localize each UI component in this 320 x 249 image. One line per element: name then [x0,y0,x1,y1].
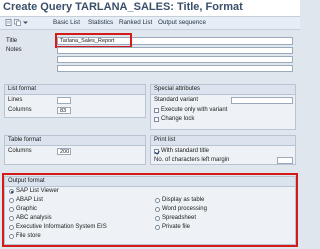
application-toolbar: Basic List Statistics Ranked List Output… [0,17,300,30]
list-format-group: List format Lines Columns 83 [4,84,146,118]
left-margin-input[interactable] [277,157,293,164]
window-title: Create Query TARLANA_SALES: Title, Forma… [3,1,243,13]
toolbar-basic-list[interactable]: Basic List [53,18,80,28]
list-format-heading: List format [5,85,145,95]
change-lock-checkbox[interactable] [154,117,159,122]
change-lock-label: Change lock [161,116,195,122]
with-standard-title-checkbox[interactable] [154,149,159,154]
title-highlight-box [55,33,132,48]
table-columns-label: Columns [8,148,32,154]
table-format-heading: Table format [5,136,145,146]
notes-line-1[interactable] [57,47,293,54]
standard-variant-input[interactable] [231,97,293,104]
title-bar: Create Query TARLANA_SALES: Title, Forma… [0,0,300,17]
notes-line-2[interactable] [57,56,293,63]
toolbar-output-sequence[interactable]: Output sequence [158,18,206,28]
output-format-highlight-box [2,173,298,247]
lines-input[interactable] [57,97,71,104]
lines-label: Lines [8,97,23,103]
title-label: Title [6,38,18,44]
with-standard-title-label: With standard title [161,148,210,154]
document-icon[interactable] [5,19,12,26]
columns-label: Columns [8,107,32,113]
dropdown-arrow-icon[interactable] [22,19,29,26]
table-format-group: Table format Columns 200 [4,135,146,165]
notes-label: Notes [6,47,22,53]
print-list-group: Print list With standard title No. of ch… [150,135,296,165]
execute-only-label: Execute only with variant [161,107,228,113]
special-attributes-heading: Special attributes [151,85,295,95]
left-margin-label: No. of characters left margin [154,157,230,163]
print-list-heading: Print list [151,136,295,146]
special-attributes-group: Special attributes Standard variant Exec… [150,84,296,130]
toolbar-ranked-list[interactable]: Ranked List [119,18,152,28]
execute-only-checkbox[interactable] [154,108,159,113]
notes-line-3[interactable] [57,65,293,72]
columns-input[interactable]: 83 [57,107,71,114]
copy-icon[interactable] [14,19,21,26]
toolbar-statistics[interactable]: Statistics [88,18,113,28]
standard-variant-label: Standard variant [154,97,199,103]
table-columns-input[interactable]: 200 [57,148,71,155]
